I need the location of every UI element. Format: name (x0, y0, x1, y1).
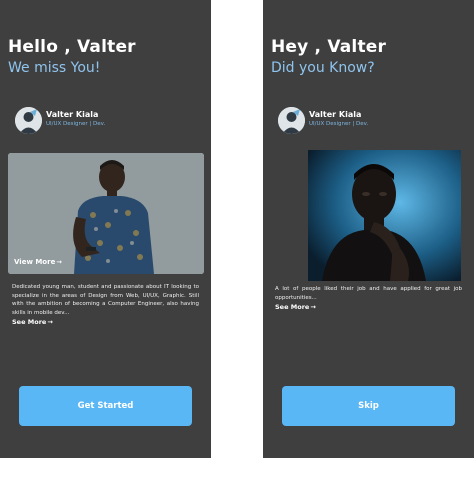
arrow-right-icon: → (56, 258, 62, 266)
avatar[interactable] (15, 107, 42, 134)
profile-role: UI/UX Designer | Dev. (309, 121, 369, 127)
see-more-link[interactable]: See More→ (12, 318, 53, 326)
greeting-title: Hey , Valter (271, 37, 387, 57)
profile-header: Valter Kiala UI/UX Designer | Dev. (278, 107, 458, 137)
onboarding-screen-welcome: Hello , Valter We miss You! Valter Kiala… (0, 0, 211, 458)
skip-button[interactable]: Skip (282, 386, 455, 426)
profile-role: UI/UX Designer | Dev. (46, 121, 106, 127)
profile-name: Valter Kiala (309, 110, 362, 119)
info-description: A lot of people liked their job and have… (275, 286, 462, 301)
arrow-right-icon: → (310, 303, 316, 311)
get-started-button[interactable]: Get Started (19, 386, 192, 426)
greeting-subtitle: We miss You! (8, 60, 101, 76)
see-more-link[interactable]: See More→ (275, 303, 316, 311)
greeting-title: Hello , Valter (8, 37, 136, 57)
view-more-link[interactable]: View More→ (14, 258, 62, 266)
onboarding-screen-did-you-know: Hey , Valter Did you Know? Valter Kiala … (263, 0, 474, 458)
profile-photo-card[interactable]: View More→ (8, 153, 204, 274)
arrow-right-icon: → (47, 318, 53, 326)
profile-header: Valter Kiala UI/UX Designer | Dev. (15, 107, 195, 137)
portrait-image (308, 150, 461, 281)
avatar[interactable] (278, 107, 305, 134)
profile-description: Dedicated young man, student and passion… (12, 284, 199, 316)
profile-name: Valter Kiala (46, 110, 99, 119)
greeting-subtitle: Did you Know? (271, 60, 375, 76)
